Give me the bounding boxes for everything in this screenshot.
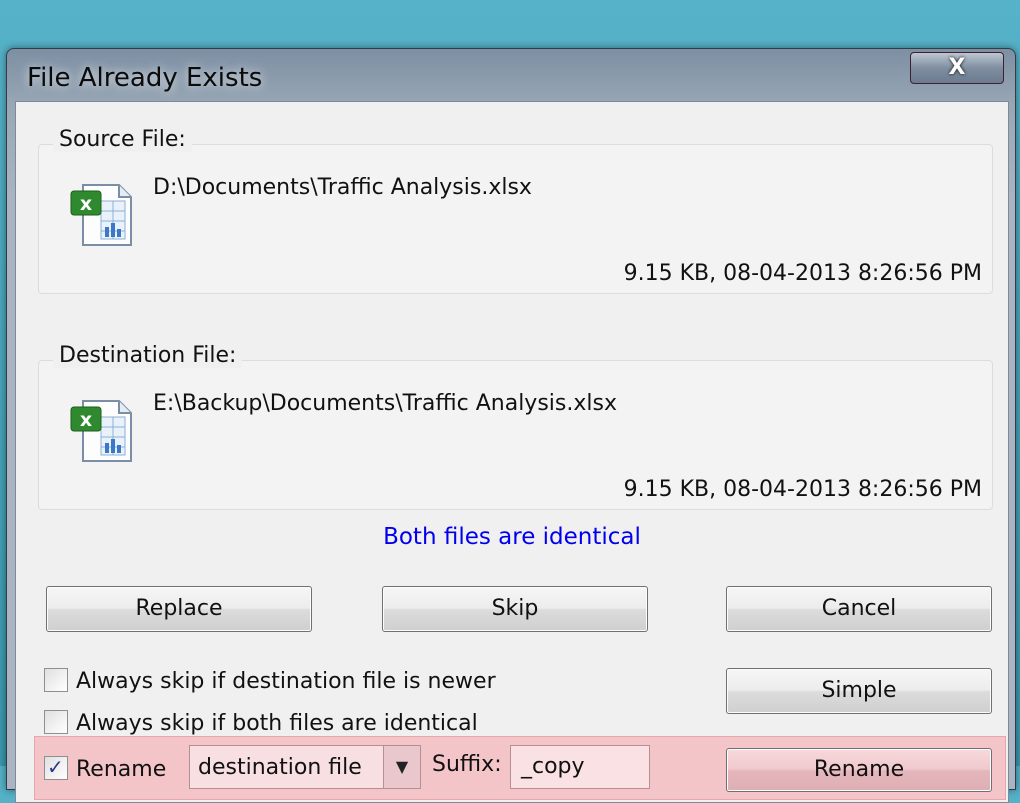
skip-identical-checkbox[interactable] xyxy=(44,710,68,734)
source-file-path: D:\Documents\Traffic Analysis.xlsx xyxy=(153,175,532,200)
skip-identical-label: Always skip if both files are identical xyxy=(76,711,478,736)
rename-target-select[interactable]: destination file ▼ xyxy=(189,745,421,789)
skip-newer-checkbox[interactable] xyxy=(44,668,68,692)
svg-text:x: x xyxy=(80,409,92,431)
excel-file-icon: x xyxy=(70,400,132,462)
source-file-meta: 9.15 KB, 08-04-2013 8:26:56 PM xyxy=(623,261,982,286)
skip-button[interactable]: Skip xyxy=(382,586,648,632)
rename-checkbox[interactable] xyxy=(44,755,68,780)
skip-identical-option[interactable]: Always skip if both files are identical xyxy=(44,710,478,736)
suffix-label: Suffix: xyxy=(432,752,502,777)
excel-file-icon: x xyxy=(70,184,132,246)
skip-newer-option[interactable]: Always skip if destination file is newer xyxy=(44,668,496,694)
close-button[interactable]: X xyxy=(910,52,1004,84)
dialog-window: File Already Exists X Source File: x D:\… xyxy=(6,48,1016,803)
simple-button[interactable]: Simple xyxy=(726,668,992,714)
svg-text:x: x xyxy=(80,193,92,215)
destination-file-label: Destination File: xyxy=(53,343,243,368)
dialog-title: File Already Exists xyxy=(27,63,263,93)
rename-button[interactable]: Rename xyxy=(726,748,992,792)
suffix-input[interactable]: _copy xyxy=(510,745,650,789)
rename-option[interactable]: Rename xyxy=(44,755,167,782)
chevron-down-icon[interactable]: ▼ xyxy=(383,746,420,788)
rename-target-value: destination file xyxy=(198,755,362,780)
skip-newer-label: Always skip if destination file is newer xyxy=(76,669,496,694)
destination-file-group: Destination File: x E:\Backup\Documents\… xyxy=(38,343,993,510)
destination-file-meta: 9.15 KB, 08-04-2013 8:26:56 PM xyxy=(623,477,982,502)
cancel-button[interactable]: Cancel xyxy=(726,586,992,632)
dialog-body: Source File: x D:\Documents\Traffic Anal… xyxy=(15,101,1009,803)
rename-option-label: Rename xyxy=(76,757,167,782)
source-file-group: Source File: x D:\Documents\Traffic Anal… xyxy=(38,127,993,294)
identical-status-text: Both files are identical xyxy=(383,524,641,550)
destination-file-path: E:\Backup\Documents\Traffic Analysis.xls… xyxy=(153,391,617,416)
source-file-label: Source File: xyxy=(53,127,192,152)
replace-button[interactable]: Replace xyxy=(46,586,312,632)
